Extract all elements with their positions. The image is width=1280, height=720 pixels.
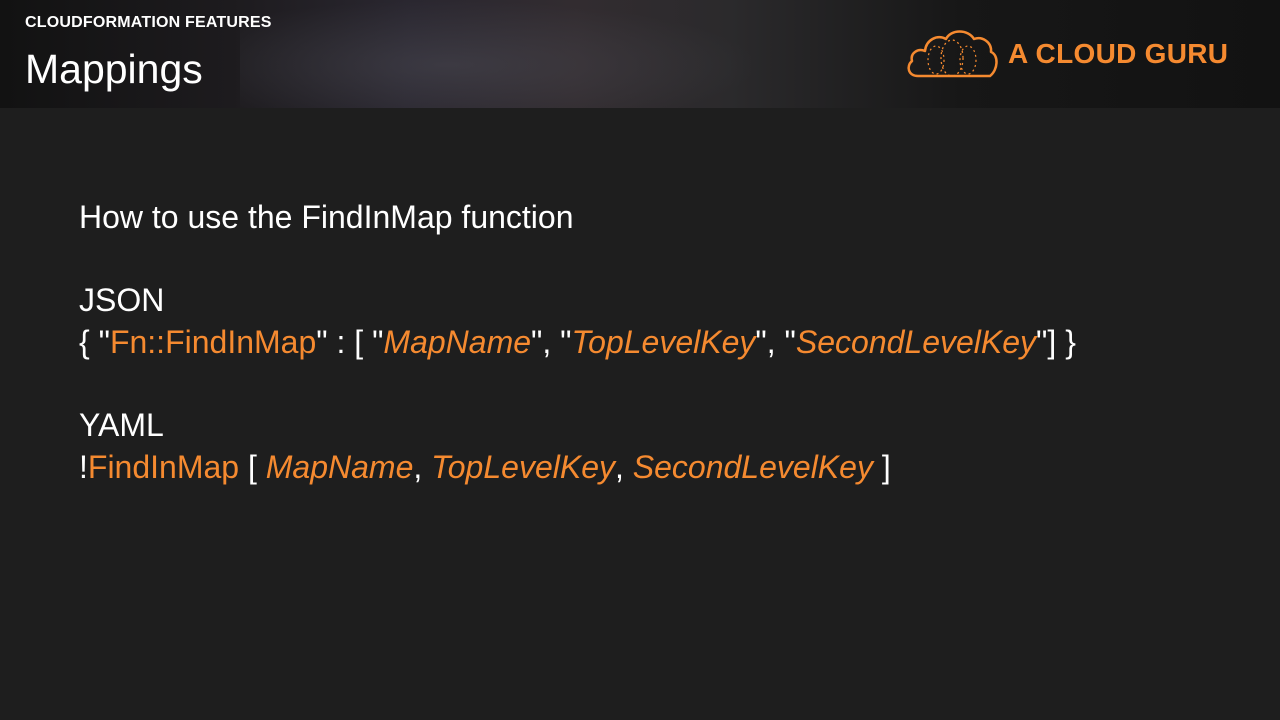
cloud-icon <box>907 30 998 78</box>
yaml-bracket-close: ] <box>872 449 891 485</box>
header-bar: CLOUDFORMATION FEATURES Mappings A CLOUD… <box>0 0 1280 108</box>
json-separator: " : [ " <box>316 324 384 360</box>
yaml-bracket-open: [ <box>239 449 266 485</box>
json-label: JSON <box>79 282 165 318</box>
yaml-comma: , <box>614 449 633 485</box>
yaml-comma: , <box>413 449 432 485</box>
yaml-arg-toplevelkey: TopLevelKey <box>431 449 615 485</box>
page-title: Mappings <box>25 46 203 92</box>
json-separator: ", " <box>755 324 796 360</box>
json-arg-toplevelkey: TopLevelKey <box>571 324 756 360</box>
brand-name: A CLOUD GURU <box>1008 38 1229 69</box>
json-arg-mapname: MapName <box>383 324 532 360</box>
section-eyebrow: CLOUDFORMATION FEATURES <box>25 14 272 31</box>
json-brace-open: { " <box>79 324 110 360</box>
json-close: "] } <box>1036 324 1076 360</box>
json-code-line: { "Fn::FindInMap" : [ "MapName", "TopLev… <box>79 321 1229 363</box>
slide-body: How to use the FindInMap function JSON {… <box>79 196 1229 488</box>
yaml-arg-mapname: MapName <box>265 449 414 485</box>
slide-heading: How to use the FindInMap function <box>79 199 574 235</box>
json-separator: ", " <box>531 324 572 360</box>
header-background-photo <box>240 0 760 108</box>
brand-logo: A CLOUD GURU <box>904 26 1244 82</box>
json-arg-secondlevelkey: SecondLevelKey <box>795 324 1037 360</box>
yaml-arg-secondlevelkey: SecondLevelKey <box>632 449 873 485</box>
yaml-code-line: !FindInMap [ MapName, TopLevelKey, Secon… <box>79 446 1229 488</box>
json-function-name: Fn::FindInMap <box>109 324 317 360</box>
yaml-bang: ! <box>79 449 88 485</box>
yaml-label: YAML <box>79 407 164 443</box>
yaml-function-name: FindInMap <box>87 449 240 485</box>
